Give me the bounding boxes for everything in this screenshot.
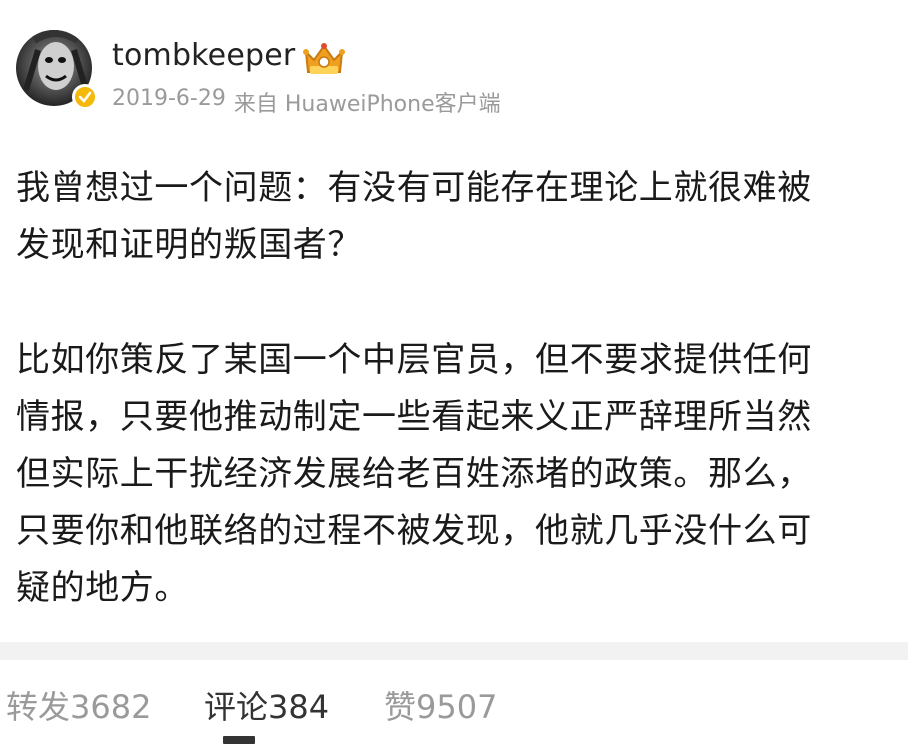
- post-date: 2019-6-29: [112, 86, 226, 111]
- action-bar: 转发3682 评论384 赞9507: [0, 660, 908, 744]
- post-source: 来自 HuaweiPhone客户端: [233, 92, 501, 117]
- author-avatar-container[interactable]: [16, 30, 100, 114]
- author-username[interactable]: tombkeeper: [112, 38, 295, 73]
- verified-badge-icon: [72, 84, 98, 110]
- post-meta: 2019-6-29 来自 HuaweiPhone客户端: [112, 86, 501, 118]
- post-paragraph-1: 我曾想过一个问题：有没有可能存在理论上就很难被 发现和证明的叛国者？: [16, 168, 812, 265]
- active-tab-indicator: [223, 736, 255, 744]
- post-content: 我曾想过一个问题：有没有可能存在理论上就很难被 发现和证明的叛国者？ 比如你策反…: [16, 160, 896, 617]
- repost-tab[interactable]: 转发3682: [6, 682, 151, 728]
- like-tab[interactable]: 赞9507: [384, 682, 497, 728]
- section-divider: [0, 642, 908, 660]
- post-paragraph-2: 比如你策反了某国一个中层官员，但不要求提供任何 情报，只要他推动制定一些看起来义…: [16, 340, 812, 608]
- weibo-post: tombkeeper 2019-6-29 来自 HuaweiPhone客户端 我…: [0, 0, 908, 744]
- crown-badge-icon[interactable]: [300, 38, 348, 80]
- comment-tab[interactable]: 评论384: [204, 682, 329, 728]
